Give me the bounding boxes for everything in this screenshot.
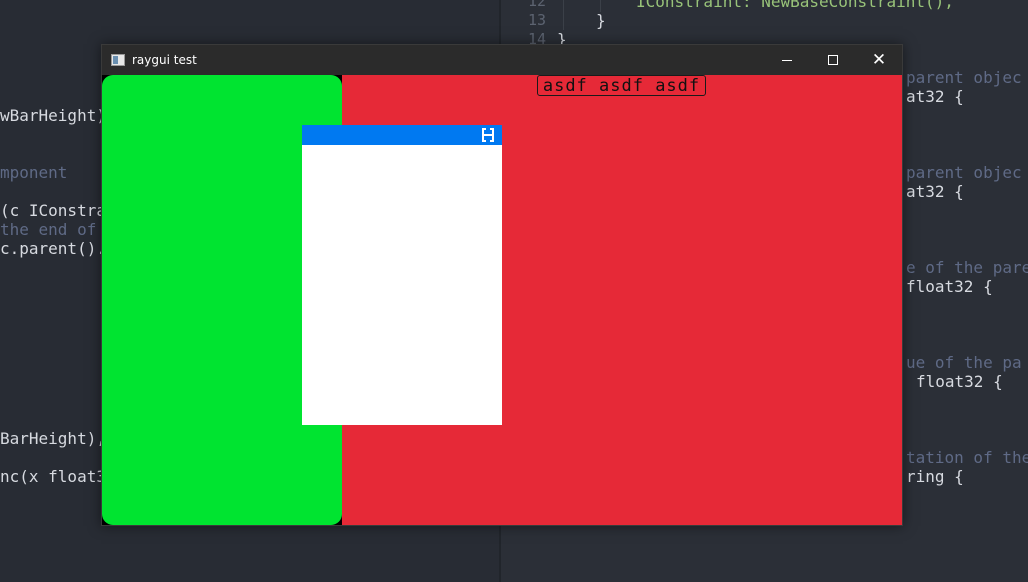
floating-panel[interactable] — [302, 125, 502, 425]
label-text: asdf asdf asdf — [542, 75, 701, 96]
line-number: 13 — [527, 11, 546, 29]
render-canvas[interactable]: asdf asdf asdf — [102, 75, 902, 525]
code-line-6: BarHeight), — [0, 429, 106, 448]
close-button[interactable]: ✕ — [856, 45, 902, 75]
indent-guide — [563, 0, 564, 30]
code-line-7: nc(x float3 — [0, 467, 106, 486]
right-code-line-8: float32 { — [916, 372, 1003, 391]
right-code-line-2: at32 { — [906, 87, 964, 106]
right-code-line-5: e of the pare — [906, 258, 1028, 277]
code-line-4: the end of — [0, 220, 97, 239]
right-code-line-4: at32 { — [906, 182, 964, 201]
close-icon: ✕ — [871, 49, 887, 70]
text-label-box: asdf asdf asdf — [537, 75, 706, 96]
window-titlebar[interactable]: raygui test ✕ — [102, 45, 902, 75]
maximize-icon — [828, 55, 838, 65]
right-code-line-top-1: IConstraint: NewBaseConstraint(), — [636, 0, 954, 11]
right-code-line-3: parent objec — [906, 163, 1022, 182]
floating-panel-header[interactable] — [302, 125, 502, 145]
code-line-5: c.parent(). — [0, 239, 106, 258]
minimize-icon — [782, 59, 792, 61]
right-code-line-7: ue of the pa — [906, 353, 1022, 372]
right-code-line-6: float32 { — [906, 277, 993, 296]
code-line-2: mponent — [0, 163, 68, 182]
right-code-line-10: ring { — [906, 467, 964, 486]
code-line-3: (c IConstra — [0, 201, 106, 220]
raygui-test-window[interactable]: raygui test ✕ asdf asdf asdf — [101, 44, 903, 526]
line-number: 12 — [527, 0, 546, 10]
window-title: raygui test — [132, 53, 197, 67]
minimize-button[interactable] — [764, 45, 810, 75]
maximize-button[interactable] — [810, 45, 856, 75]
right-code-line-9: tation of the — [906, 448, 1028, 467]
app-window-icon — [111, 54, 125, 66]
code-line-1: wBarHeight) — [0, 106, 106, 125]
right-code-line-1: parent objec — [906, 68, 1022, 87]
right-code-line-top-2: } — [596, 11, 606, 30]
resize-icon[interactable] — [481, 127, 495, 143]
